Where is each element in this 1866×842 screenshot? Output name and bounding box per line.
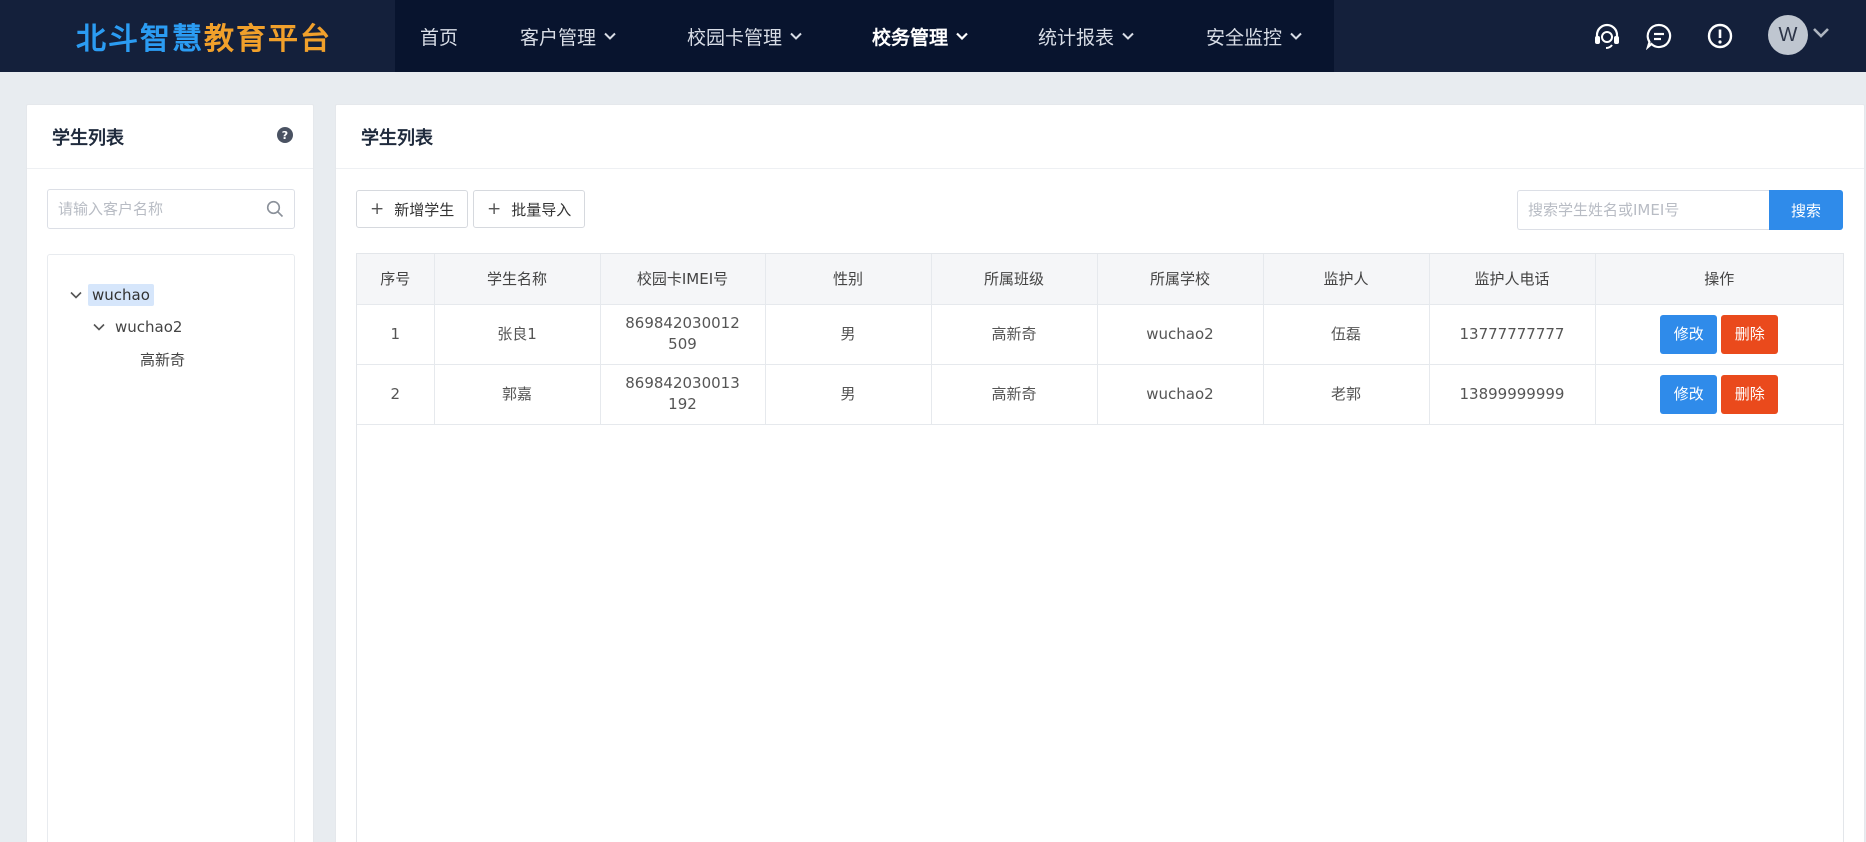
tree-panel: 学生列表 ? wuchao wuchao2 高新奇 (26, 104, 314, 842)
nav-item-campus-card-management[interactable]: 校园卡管理 (687, 0, 802, 72)
cell-guardian-phone: 13899999999 (1429, 364, 1596, 425)
panel-title: 学生列表 (336, 105, 1864, 169)
tree-node-gaoxinqi[interactable]: 高新奇 (136, 347, 189, 371)
nav-item-home[interactable]: 首页 (420, 0, 458, 72)
chevron-down-icon[interactable] (93, 323, 105, 331)
nav-item-statistics-reports[interactable]: 统计报表 (1038, 0, 1134, 72)
add-student-button[interactable]: + 新增学生 (356, 190, 469, 228)
cell-index: 2 (357, 364, 435, 425)
top-bar: 北斗智慧教育平台 首页 客户管理 校园卡管理 校务管理 统计报表 安全监控 (0, 0, 1866, 72)
tree-node-label: wuchao2 (115, 318, 183, 336)
batch-import-button[interactable]: + 批量导入 (473, 190, 586, 228)
nav-item-label: 安全监控 (1206, 26, 1283, 49)
chevron-down-icon (956, 32, 968, 40)
column-header-imei: 校园卡IMEI号 (600, 254, 766, 305)
nav-item-label: 统计报表 (1038, 26, 1115, 49)
cell-actions: 修改 删除 (1595, 364, 1843, 425)
panel-title: 学生列表 (27, 105, 313, 169)
student-table: 序号 学生名称 校园卡IMEI号 性别 所属班级 所属学校 监护人 监护人电话 … (356, 253, 1844, 842)
cell-school: wuchao2 (1097, 364, 1264, 425)
column-header-class: 所属班级 (931, 254, 1098, 305)
cell-imei: 869842030012509 (600, 304, 766, 365)
headset-icon[interactable] (1590, 19, 1624, 53)
brand-logo-part-1: 北斗 (76, 22, 140, 57)
column-header-guardian-phone: 监护人电话 (1429, 254, 1596, 305)
cell-guardian: 老郭 (1263, 364, 1430, 425)
chevron-down-icon (604, 32, 616, 40)
cell-imei: 869842030013192 (600, 364, 766, 425)
chevron-down-icon (790, 32, 802, 40)
alert-icon[interactable] (1703, 19, 1737, 53)
student-search-input[interactable] (1518, 191, 1758, 229)
column-header-name: 学生名称 (434, 254, 601, 305)
tree-node-label: wuchao (88, 284, 154, 306)
nav-item-label: 客户管理 (520, 26, 597, 49)
chevron-down-icon[interactable] (1812, 27, 1830, 39)
cell-gender: 男 (765, 304, 932, 365)
customer-tree: wuchao wuchao2 高新奇 (47, 254, 295, 842)
nav-item-label: 校园卡管理 (687, 26, 783, 49)
chevron-down-icon[interactable] (70, 291, 82, 299)
student-search-field (1517, 190, 1769, 230)
column-header-index: 序号 (357, 254, 435, 305)
nav-item-label: 校务管理 (872, 26, 949, 49)
nav-item-customer-management[interactable]: 客户管理 (520, 0, 616, 72)
customer-search-input[interactable] (48, 190, 248, 228)
column-header-gender: 性别 (765, 254, 932, 305)
table-row: 2 郭嘉 869842030013192 男 高新奇 wuchao2 老郭 13… (357, 364, 1843, 425)
customer-search-field (47, 189, 295, 229)
svg-text:?: ? (282, 129, 288, 142)
student-list-panel: 学生列表 + 新增学生 + 批量导入 搜索 序号 学生名称 校园卡IMEI号 性… (335, 104, 1865, 842)
brand-logo-part-3: 教育平台 (204, 22, 332, 57)
brand-logo[interactable]: 北斗 智慧 教育平台 (76, 16, 332, 57)
cell-name: 郭嘉 (434, 364, 601, 425)
search-button[interactable]: 搜索 (1769, 190, 1843, 230)
nav-item-school-affairs[interactable]: 校务管理 (872, 0, 968, 72)
column-header-guardian: 监护人 (1263, 254, 1430, 305)
column-header-actions: 操作 (1595, 254, 1843, 305)
chevron-down-icon (1290, 32, 1302, 40)
nav-item-label: 首页 (420, 26, 459, 49)
tree-node-label: 高新奇 (140, 350, 186, 369)
cell-name: 张良1 (434, 304, 601, 365)
cell-school: wuchao2 (1097, 304, 1264, 365)
plus-icon: + (370, 199, 385, 219)
chevron-down-icon (1122, 32, 1134, 40)
table-row: 1 张良1 869842030012509 男 高新奇 wuchao2 伍磊 1… (357, 304, 1843, 365)
cell-class: 高新奇 (931, 364, 1098, 425)
cell-class: 高新奇 (931, 304, 1098, 365)
search-icon[interactable] (266, 200, 284, 218)
tree-node-wuchao2[interactable]: wuchao2 (93, 315, 186, 339)
user-avatar[interactable]: W (1768, 15, 1808, 55)
nav-item-security-monitoring[interactable]: 安全监控 (1206, 0, 1302, 72)
tree-node-wuchao[interactable]: wuchao (70, 283, 154, 307)
batch-import-label: 批量导入 (511, 200, 572, 219)
plus-icon: + (487, 199, 502, 219)
brand-logo-part-2: 智慧 (140, 22, 204, 57)
delete-button[interactable]: 删除 (1721, 374, 1779, 414)
cell-actions: 修改 删除 (1595, 304, 1843, 365)
help-icon[interactable]: ? (277, 127, 293, 143)
delete-button[interactable]: 删除 (1721, 314, 1779, 354)
cell-guardian-phone: 13777777777 (1429, 304, 1596, 365)
column-header-school: 所属学校 (1097, 254, 1264, 305)
edit-button[interactable]: 修改 (1660, 314, 1718, 354)
main-nav: 首页 客户管理 校园卡管理 校务管理 统计报表 安全监控 (395, 0, 1334, 72)
cell-index: 1 (357, 304, 435, 365)
cell-guardian: 伍磊 (1263, 304, 1430, 365)
cell-gender: 男 (765, 364, 932, 425)
add-student-label: 新增学生 (394, 200, 455, 219)
chat-icon[interactable] (1642, 19, 1676, 53)
edit-button[interactable]: 修改 (1660, 374, 1718, 414)
table-header-row: 序号 学生名称 校园卡IMEI号 性别 所属班级 所属学校 监护人 监护人电话 … (357, 254, 1843, 305)
